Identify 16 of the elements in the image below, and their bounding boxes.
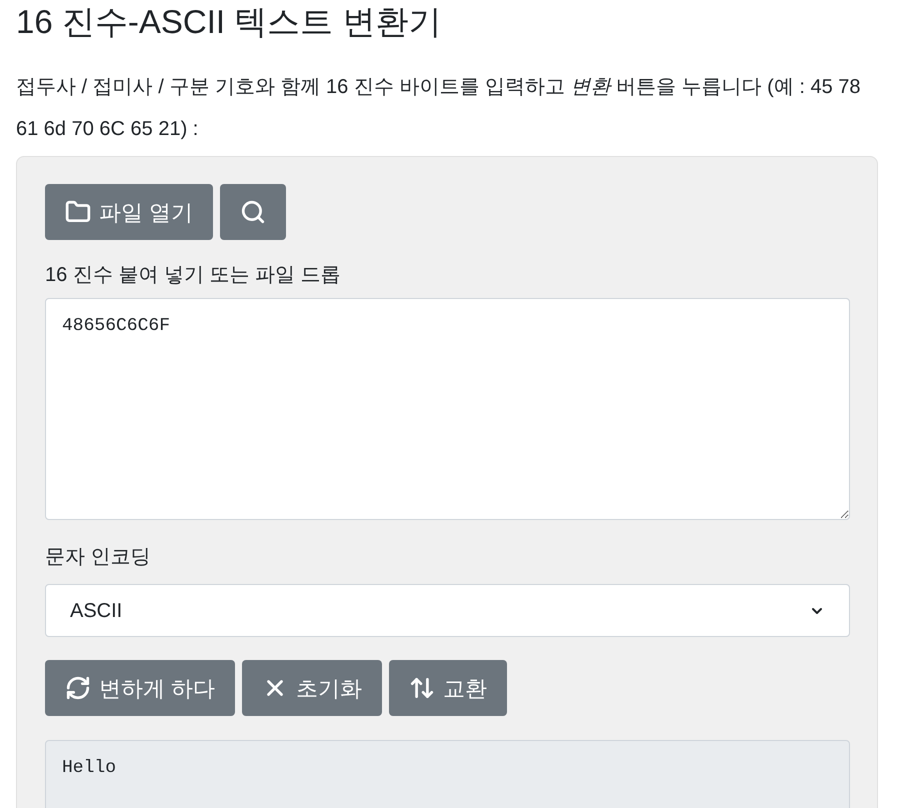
encoding-select[interactable]: ASCII <box>45 584 850 637</box>
output-field[interactable]: Hello <box>45 740 850 808</box>
hex-input-field[interactable]: 48656C6C6F <box>45 298 850 520</box>
page-title: 16 진수-ASCII 텍스트 변환기 <box>16 2 442 42</box>
field-label: 문자 인코딩 <box>45 545 151 570</box>
button[interactable]: 초기화 <box>242 660 382 716</box>
search-icon <box>240 199 266 225</box>
search-button[interactable] <box>220 184 286 240</box>
swap-icon <box>409 675 436 701</box>
button[interactable]: 파일 열기 <box>45 184 214 240</box>
instructions: 접두사 / 접미사 / 구분 기호와 함께 16 진수 바이트를 입력하고 변환 버튼을 누릅니다 (예 : 45 78 61 6d 70 6C 65 21) : <box>16 75 862 142</box>
button[interactable]: 변하게 하다 <box>45 660 236 716</box>
field-label: 16 진수 붙여 넣기 또는 파일 드롭 <box>45 263 341 288</box>
folder-icon <box>65 199 91 225</box>
button[interactable]: 교환 <box>389 660 508 716</box>
refresh-icon <box>65 675 91 701</box>
